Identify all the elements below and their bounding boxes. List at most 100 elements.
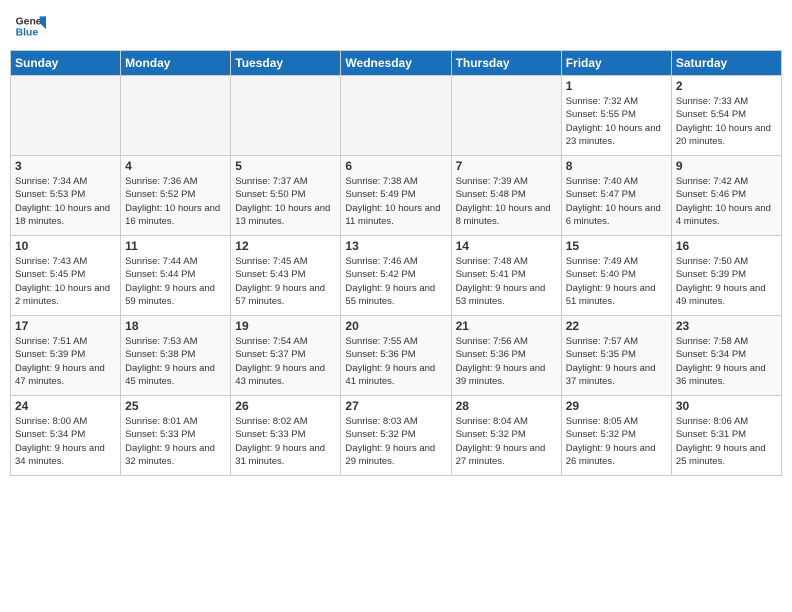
day-cell-26: 26Sunrise: 8:02 AMSunset: 5:33 PMDayligh…: [231, 396, 341, 476]
day-info: Sunrise: 7:57 AMSunset: 5:35 PMDaylight:…: [566, 335, 667, 388]
day-info: Sunrise: 8:02 AMSunset: 5:33 PMDaylight:…: [235, 415, 336, 468]
day-info: Sunrise: 7:55 AMSunset: 5:36 PMDaylight:…: [345, 335, 446, 388]
day-info: Sunrise: 8:03 AMSunset: 5:32 PMDaylight:…: [345, 415, 446, 468]
day-cell-21: 21 Sunrise: 7:56 AMSunset: 5:36 PMDayligh…: [451, 316, 561, 396]
day-cell-15: 15 Sunrise: 7:49 AMSunset: 5:40 PMDayligh…: [561, 236, 671, 316]
week-row-5: 24 Sunrise: 8:00 AMSunset: 5:34 PMDayligh…: [11, 396, 782, 476]
day-cell-16: 16 Sunrise: 7:50 AMSunset: 5:39 PMDayligh…: [671, 236, 781, 316]
day-number: 2: [676, 79, 777, 93]
day-info: Sunrise: 7:40 AMSunset: 5:47 PMDaylight:…: [566, 175, 667, 228]
day-info: Sunrise: 7:58 AMSunset: 5:34 PMDaylight:…: [676, 335, 777, 388]
day-number: 29: [566, 399, 667, 413]
day-info: Sunrise: 7:49 AMSunset: 5:40 PMDaylight:…: [566, 255, 667, 308]
day-info: Sunrise: 7:51 AMSunset: 5:39 PMDaylight:…: [15, 335, 116, 388]
day-cell-12: 12 Sunrise: 7:45 AMSunset: 5:43 PMDayligh…: [231, 236, 341, 316]
day-number: 1: [566, 79, 667, 93]
day-number: 7: [456, 159, 557, 173]
day-info: Sunrise: 7:34 AMSunset: 5:53 PMDaylight:…: [15, 175, 116, 228]
day-info: Sunrise: 7:38 AMSunset: 5:49 PMDaylight:…: [345, 175, 446, 228]
day-cell-10: 10 Sunrise: 7:43 AMSunset: 5:45 PMDayligh…: [11, 236, 121, 316]
day-cell-23: 23Sunrise: 7:58 AMSunset: 5:34 PMDayligh…: [671, 316, 781, 396]
day-cell-18: 18 Sunrise: 7:53 AMSunset: 5:38 PMDayligh…: [121, 316, 231, 396]
day-info: Sunrise: 8:04 AMSunset: 5:32 PMDaylight:…: [456, 415, 557, 468]
week-row-4: 17 Sunrise: 7:51 AMSunset: 5:39 PMDayligh…: [11, 316, 782, 396]
svg-text:Blue: Blue: [16, 28, 39, 39]
day-cell-8: 8 Sunrise: 7:40 AMSunset: 5:47 PMDaylight…: [561, 156, 671, 236]
week-row-1: 1 Sunrise: 7:32 AMSunset: 5:55 PMDaylight…: [11, 76, 782, 156]
day-info: Sunrise: 7:45 AMSunset: 5:43 PMDaylight:…: [235, 255, 336, 308]
day-info: Sunrise: 7:50 AMSunset: 5:39 PMDaylight:…: [676, 255, 777, 308]
day-cell-28: 28 Sunrise: 8:04 AMSunset: 5:32 PMDayligh…: [451, 396, 561, 476]
day-cell-13: 13 Sunrise: 7:46 AMSunset: 5:42 PMDayligh…: [341, 236, 451, 316]
calendar-table: SundayMondayTuesdayWednesdayThursdayFrid…: [10, 50, 782, 476]
day-cell-9: 9 Sunrise: 7:42 AMSunset: 5:46 PMDaylight…: [671, 156, 781, 236]
day-cell-29: 29 Sunrise: 8:05 AMSunset: 5:32 PMDayligh…: [561, 396, 671, 476]
day-number: 8: [566, 159, 667, 173]
day-info: Sunrise: 7:48 AMSunset: 5:41 PMDaylight:…: [456, 255, 557, 308]
day-info: Sunrise: 8:00 AMSunset: 5:34 PMDaylight:…: [15, 415, 116, 468]
day-number: 27: [345, 399, 446, 413]
day-number: 10: [15, 239, 116, 253]
empty-cell: [121, 76, 231, 156]
day-number: 16: [676, 239, 777, 253]
day-number: 17: [15, 319, 116, 333]
day-cell-20: 20Sunrise: 7:55 AMSunset: 5:36 PMDayligh…: [341, 316, 451, 396]
column-header-tuesday: Tuesday: [231, 51, 341, 76]
day-cell-25: 25 Sunrise: 8:01 AMSunset: 5:33 PMDayligh…: [121, 396, 231, 476]
day-number: 13: [345, 239, 446, 253]
page-header: General Blue: [10, 10, 782, 42]
day-number: 9: [676, 159, 777, 173]
day-cell-24: 24 Sunrise: 8:00 AMSunset: 5:34 PMDayligh…: [11, 396, 121, 476]
column-header-monday: Monday: [121, 51, 231, 76]
day-number: 19: [235, 319, 336, 333]
day-cell-4: 4 Sunrise: 7:36 AMSunset: 5:52 PMDaylight…: [121, 156, 231, 236]
day-info: Sunrise: 8:01 AMSunset: 5:33 PMDaylight:…: [125, 415, 226, 468]
day-info: Sunrise: 7:33 AMSunset: 5:54 PMDaylight:…: [676, 95, 777, 148]
day-cell-3: 3 Sunrise: 7:34 AMSunset: 5:53 PMDaylight…: [11, 156, 121, 236]
day-info: Sunrise: 7:42 AMSunset: 5:46 PMDaylight:…: [676, 175, 777, 228]
day-number: 6: [345, 159, 446, 173]
empty-cell: [341, 76, 451, 156]
day-info: Sunrise: 7:32 AMSunset: 5:55 PMDaylight:…: [566, 95, 667, 148]
day-cell-1: 1 Sunrise: 7:32 AMSunset: 5:55 PMDaylight…: [561, 76, 671, 156]
day-info: Sunrise: 7:53 AMSunset: 5:38 PMDaylight:…: [125, 335, 226, 388]
day-info: Sunrise: 7:56 AMSunset: 5:36 PMDaylight:…: [456, 335, 557, 388]
day-info: Sunrise: 8:06 AMSunset: 5:31 PMDaylight:…: [676, 415, 777, 468]
day-cell-11: 11 Sunrise: 7:44 AMSunset: 5:44 PMDayligh…: [121, 236, 231, 316]
day-info: Sunrise: 7:44 AMSunset: 5:44 PMDaylight:…: [125, 255, 226, 308]
day-info: Sunrise: 7:46 AMSunset: 5:42 PMDaylight:…: [345, 255, 446, 308]
day-number: 28: [456, 399, 557, 413]
empty-cell: [11, 76, 121, 156]
day-cell-17: 17 Sunrise: 7:51 AMSunset: 5:39 PMDayligh…: [11, 316, 121, 396]
day-cell-22: 22Sunrise: 7:57 AMSunset: 5:35 PMDayligh…: [561, 316, 671, 396]
empty-cell: [231, 76, 341, 156]
day-info: Sunrise: 7:43 AMSunset: 5:45 PMDaylight:…: [15, 255, 116, 308]
day-number: 14: [456, 239, 557, 253]
day-info: Sunrise: 7:54 AMSunset: 5:37 PMDaylight:…: [235, 335, 336, 388]
day-number: 3: [15, 159, 116, 173]
logo-icon: General Blue: [14, 10, 46, 42]
day-number: 4: [125, 159, 226, 173]
day-info: Sunrise: 7:39 AMSunset: 5:48 PMDaylight:…: [456, 175, 557, 228]
day-info: Sunrise: 8:05 AMSunset: 5:32 PMDaylight:…: [566, 415, 667, 468]
day-cell-6: 6 Sunrise: 7:38 AMSunset: 5:49 PMDaylight…: [341, 156, 451, 236]
day-info: Sunrise: 7:37 AMSunset: 5:50 PMDaylight:…: [235, 175, 336, 228]
day-cell-2: 2 Sunrise: 7:33 AMSunset: 5:54 PMDaylight…: [671, 76, 781, 156]
day-info: Sunrise: 7:36 AMSunset: 5:52 PMDaylight:…: [125, 175, 226, 228]
column-header-thursday: Thursday: [451, 51, 561, 76]
day-number: 30: [676, 399, 777, 413]
day-cell-14: 14 Sunrise: 7:48 AMSunset: 5:41 PMDayligh…: [451, 236, 561, 316]
week-row-3: 10 Sunrise: 7:43 AMSunset: 5:45 PMDayligh…: [11, 236, 782, 316]
day-number: 25: [125, 399, 226, 413]
day-number: 15: [566, 239, 667, 253]
column-header-saturday: Saturday: [671, 51, 781, 76]
day-number: 21: [456, 319, 557, 333]
column-header-sunday: Sunday: [11, 51, 121, 76]
day-number: 12: [235, 239, 336, 253]
day-number: 24: [15, 399, 116, 413]
day-cell-30: 30 Sunrise: 8:06 AMSunset: 5:31 PMDayligh…: [671, 396, 781, 476]
day-number: 5: [235, 159, 336, 173]
day-number: 11: [125, 239, 226, 253]
day-number: 18: [125, 319, 226, 333]
column-header-wednesday: Wednesday: [341, 51, 451, 76]
